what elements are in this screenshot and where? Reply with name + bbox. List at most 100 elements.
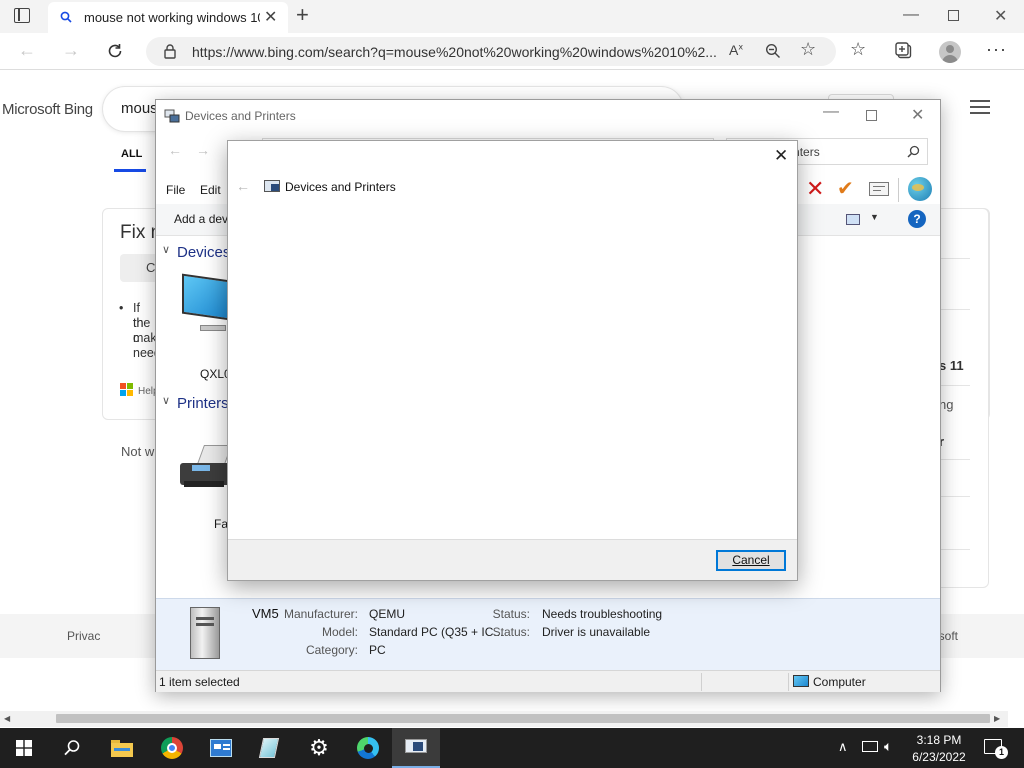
search-icon: [60, 11, 72, 23]
scroll-right-icon[interactable]: ▶: [994, 714, 1000, 723]
chevron-down-icon[interactable]: ∨: [162, 243, 170, 256]
category-label: Category:: [305, 643, 358, 657]
add-device-button[interactable]: Add a dev: [174, 212, 228, 226]
browser-toolbar: ← → https://www.bing.com/search?q=mouse%…: [0, 33, 1024, 70]
minimize-icon[interactable]: —: [823, 103, 839, 121]
forward-icon[interactable]: →: [196, 142, 210, 158]
lock-icon: [164, 44, 176, 59]
chrome-icon[interactable]: [148, 728, 196, 768]
microsoft-logo-icon: [120, 383, 134, 397]
edge-icon[interactable]: [344, 728, 392, 768]
start-button[interactable]: [0, 728, 48, 768]
menu-file[interactable]: File: [166, 183, 185, 197]
devices-printers-icon: [264, 180, 280, 192]
status-value: Needs troubleshooting: [542, 607, 663, 621]
close-tab-icon[interactable]: ✕: [264, 7, 277, 27]
new-tab-icon[interactable]: +: [296, 2, 309, 28]
search-icon: [907, 145, 920, 158]
back-icon[interactable]: ←: [18, 40, 36, 61]
favorites-icon[interactable]: ☆: [850, 39, 866, 60]
devices-printers-taskbar-icon[interactable]: [392, 728, 440, 768]
checkmark-icon[interactable]: ✔: [837, 176, 854, 201]
volume-icon[interactable]: 🔈︎: [884, 738, 892, 755]
cancel-button[interactable]: Cancel: [716, 550, 786, 571]
profile-avatar[interactable]: [939, 41, 961, 63]
windows-logo-icon: [16, 740, 32, 756]
horizontal-scrollbar[interactable]: ◀ ▶: [0, 711, 1008, 727]
globe-icon[interactable]: [908, 177, 932, 201]
related-item[interactable]: s 11: [939, 358, 964, 373]
manufacturer-label: Manufacturer:: [283, 607, 358, 621]
cancel-button-label: Cancel: [732, 553, 770, 567]
category-value: PC: [369, 643, 386, 657]
back-icon[interactable]: ←: [168, 142, 182, 158]
search-icon: [64, 740, 80, 756]
chevron-down-icon[interactable]: ∨: [162, 394, 170, 407]
fax-printer-icon[interactable]: [180, 445, 233, 497]
file-explorer-icon[interactable]: [98, 728, 146, 768]
divider: [701, 673, 702, 691]
dialog-footer: Cancel: [228, 539, 797, 580]
minimize-icon[interactable]: —: [903, 6, 919, 24]
taskbar: ⚙ ∧ 🔈︎ 3:18 PM 6/23/2022 1: [0, 728, 1024, 768]
footer-privacy-link[interactable]: Privac: [67, 629, 100, 643]
selection-count: 1 item selected: [159, 675, 240, 689]
tab-all[interactable]: ALL: [121, 148, 142, 160]
search-button[interactable]: [48, 728, 96, 768]
manufacturer-value: QEMU: [369, 607, 405, 621]
scrollbar-thumb[interactable]: [56, 714, 990, 723]
more-menu-icon[interactable]: ···: [986, 39, 1007, 60]
model-label: Model:: [321, 625, 358, 639]
zoom-icon[interactable]: [765, 43, 781, 59]
add-device-dialog: ✕ ← Devices and Printers Cancel: [227, 140, 798, 581]
tab-active-indicator: [114, 169, 146, 172]
dialog-close-icon[interactable]: ✕: [774, 146, 788, 166]
add-favorite-icon[interactable]: ☆: [800, 39, 816, 60]
close-window-icon[interactable]: ✕: [911, 105, 924, 125]
back-icon[interactable]: ←: [236, 178, 250, 194]
view-options-icon[interactable]: [846, 214, 860, 225]
divider: [898, 178, 899, 202]
related-item[interactable]: ng: [939, 397, 953, 412]
notepad-icon[interactable]: [245, 728, 293, 768]
status-bar: 1 item selected Computer: [156, 670, 940, 692]
browser-tab-strip: mouse not working windows 10 ✕ + — ✕: [0, 0, 1024, 33]
browser-tab-active[interactable]: mouse not working windows 10 ✕: [48, 2, 288, 33]
delete-icon[interactable]: ✕: [806, 176, 824, 202]
computer-tower-icon: [184, 607, 228, 661]
notification-badge: 1: [995, 746, 1008, 759]
status-value: Driver is unavailable: [542, 625, 651, 639]
forward-icon[interactable]: →: [62, 40, 80, 61]
answer-chip-label: C: [146, 260, 156, 275]
refresh-icon[interactable]: [106, 42, 124, 60]
bing-search-text: mous: [121, 100, 158, 117]
network-icon[interactable]: [862, 741, 878, 752]
tab-title: mouse not working windows 10: [84, 10, 260, 25]
section-printers[interactable]: Printers: [177, 395, 229, 412]
read-aloud-icon[interactable]: Aⅹ: [729, 42, 743, 58]
section-devices[interactable]: Devices: [177, 244, 230, 261]
collections-icon[interactable]: [895, 42, 913, 60]
computer-icon: [793, 675, 809, 687]
settings-gear-icon[interactable]: ⚙: [295, 728, 343, 768]
restore-icon[interactable]: [948, 10, 959, 21]
close-window-icon[interactable]: ✕: [994, 6, 1007, 26]
chevron-down-icon[interactable]: ▼: [870, 212, 879, 222]
menu-edit[interactable]: Edit: [200, 183, 221, 197]
clock-date[interactable]: 6/23/2022: [908, 750, 970, 764]
maximize-icon[interactable]: [866, 110, 877, 121]
device-label[interactable]: Fa: [214, 517, 228, 531]
bing-logo[interactable]: Microsoft Bing: [2, 101, 93, 118]
hamburger-menu-icon[interactable]: [970, 100, 990, 114]
clock-time[interactable]: 3:18 PM: [908, 733, 970, 747]
status-label: Status:: [492, 607, 530, 621]
control-panel-icon[interactable]: [197, 728, 245, 768]
properties-icon[interactable]: [869, 182, 889, 196]
location-label: Computer: [813, 675, 866, 689]
help-icon[interactable]: ?: [908, 210, 926, 228]
tab-actions-icon[interactable]: [14, 8, 30, 23]
dialog-breadcrumb: Devices and Printers: [285, 180, 396, 194]
chevron-up-icon[interactable]: ∧: [838, 739, 848, 755]
scroll-left-icon[interactable]: ◀: [4, 714, 10, 723]
devices-printers-icon: [164, 109, 180, 123]
